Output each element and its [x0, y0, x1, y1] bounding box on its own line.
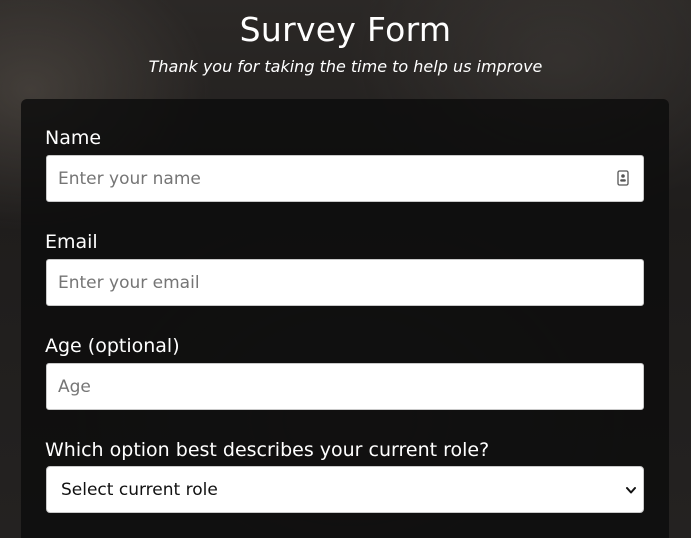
role-dropdown-value: Select current role	[61, 480, 218, 500]
role-label: Which option best describes your current…	[45, 439, 490, 461]
name-input[interactable]	[46, 155, 644, 202]
page-subtitle: Thank you for taking the time to help us…	[148, 57, 543, 76]
age-label: Age (optional)	[45, 335, 180, 357]
email-label: Email	[45, 231, 98, 253]
role-dropdown[interactable]: Select current role	[46, 466, 644, 513]
email-input[interactable]	[46, 259, 644, 306]
name-label: Name	[45, 127, 102, 149]
survey-page: Survey Form Thank you for taking the tim…	[0, 0, 691, 538]
age-input[interactable]	[46, 363, 644, 410]
contact-card-icon	[617, 170, 629, 186]
chevron-down-icon	[626, 487, 636, 494]
page-title: Survey Form	[239, 10, 452, 49]
